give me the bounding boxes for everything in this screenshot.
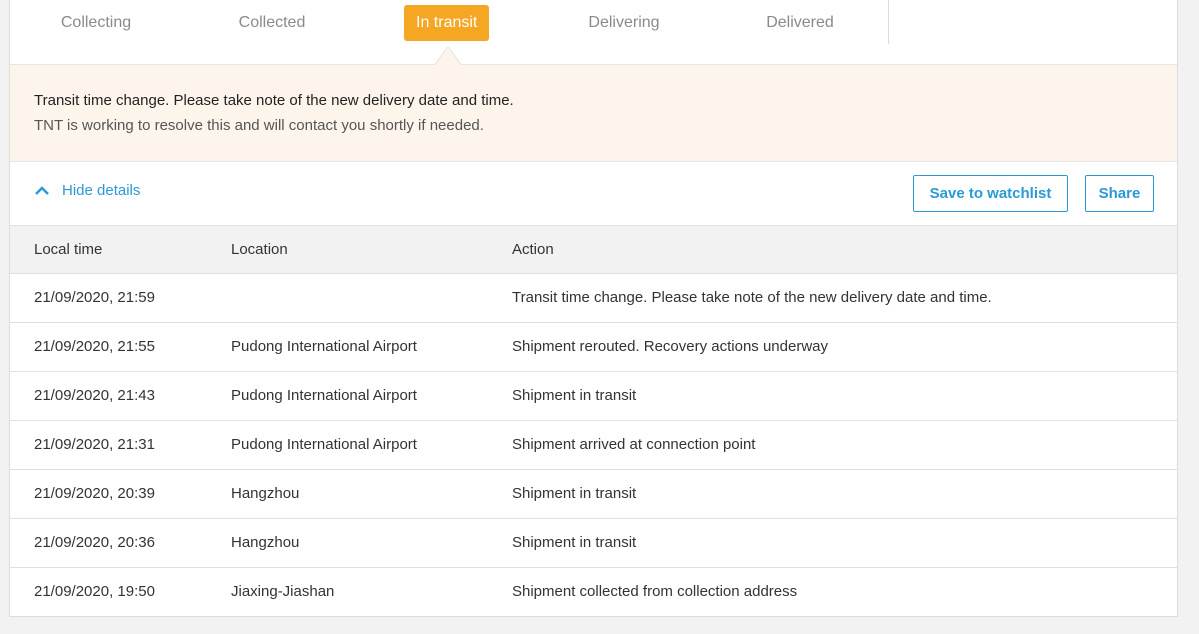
- table-row: 21/09/2020, 21:31 Pudong International Ai…: [10, 421, 1177, 470]
- step-delivering: Delivering: [588, 14, 660, 31]
- transit-notice: Transit time change. Please take note of…: [10, 64, 1177, 162]
- table-row: 21/09/2020, 19:50 Jiaxing-Jiashan Shipment…: [10, 568, 1177, 617]
- table-header: Local time Location Action: [10, 225, 1177, 274]
- table-row: 21/09/2020, 21:43 Pudong International Ai…: [10, 372, 1177, 421]
- save-to-watchlist-button[interactable]: Save to watchlist: [913, 175, 1068, 212]
- row-action: Shipment rerouted. Recovery actions unde…: [512, 338, 828, 355]
- hide-details-label: Hide details: [62, 182, 141, 199]
- step-in-transit: In transit: [404, 5, 490, 41]
- active-step-pointer: [434, 46, 462, 65]
- table-row: 21/09/2020, 20:36 Hangzhou Shipment in tra…: [10, 519, 1177, 568]
- table-row: 21/09/2020, 21:55 Pudong International Ai…: [10, 323, 1177, 372]
- row-location: Jiaxing-Jiashan: [231, 583, 335, 600]
- header-action: Action: [512, 241, 554, 258]
- notice-title: Transit time change. Please take note of…: [34, 92, 514, 109]
- row-local-time: 21/09/2020, 21:59: [34, 289, 155, 306]
- share-button[interactable]: Share: [1085, 175, 1154, 212]
- chevron-up-icon: [35, 185, 49, 195]
- hide-details-link[interactable]: Hide details: [34, 182, 140, 199]
- row-local-time: 21/09/2020, 19:50: [34, 583, 155, 600]
- details-toolbar: Hide details Save to watchlist Share: [10, 162, 1177, 225]
- row-local-time: 21/09/2020, 20:36: [34, 534, 155, 551]
- notice-body: TNT is working to resolve this and will …: [34, 117, 484, 134]
- row-action: Shipment arrived at connection point: [512, 436, 756, 453]
- row-action: Shipment in transit: [512, 387, 637, 404]
- step-collected: Collected: [238, 14, 306, 31]
- table-row: 21/09/2020, 20:39 Hangzhou Shipment in tra…: [10, 470, 1177, 519]
- table-row: 21/09/2020, 21:59 Transit time change. Pl…: [10, 274, 1177, 323]
- step-delivered: Delivered: [766, 14, 834, 31]
- step-collecting: Collecting: [60, 14, 132, 31]
- row-action: Shipment in transit: [512, 485, 637, 502]
- row-location: Pudong International Airport: [231, 338, 417, 355]
- row-location: Pudong International Airport: [231, 436, 417, 453]
- row-action: Transit time change. Please take note of…: [512, 289, 992, 306]
- row-action: Shipment collected from collection addre…: [512, 583, 798, 600]
- row-local-time: 21/09/2020, 21:43: [34, 387, 155, 404]
- tracking-events-table: Local time Location Action 21/09/2020, 2…: [10, 225, 1177, 617]
- row-location: Hangzhou: [231, 534, 300, 551]
- progress-steps: Collecting Collected In transit Deliveri…: [10, 0, 889, 44]
- row-local-time: 21/09/2020, 21:55: [34, 338, 155, 355]
- tracking-card: Collecting Collected In transit Deliveri…: [9, 0, 1178, 617]
- header-location: Location: [231, 241, 288, 258]
- row-action: Shipment in transit: [512, 534, 637, 551]
- row-location: Pudong International Airport: [231, 387, 417, 404]
- row-location: Hangzhou: [231, 485, 300, 502]
- row-local-time: 21/09/2020, 20:39: [34, 485, 155, 502]
- header-local-time: Local time: [34, 241, 103, 258]
- row-local-time: 21/09/2020, 21:31: [34, 436, 155, 453]
